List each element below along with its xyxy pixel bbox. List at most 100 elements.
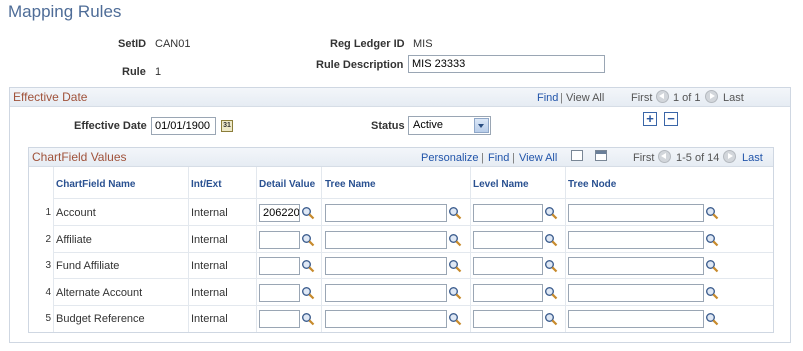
- level-name-input[interactable]: [473, 231, 543, 249]
- magnifier-icon[interactable]: [301, 206, 315, 220]
- effective-date-input[interactable]: 01/01/1900: [151, 117, 216, 135]
- level-name-input[interactable]: [473, 284, 543, 302]
- row-number: 5: [45, 313, 51, 324]
- detail-value-input[interactable]: [259, 310, 300, 328]
- magnifier-icon[interactable]: [705, 206, 719, 220]
- next-icon[interactable]: [705, 90, 718, 103]
- reg-ledger-label: Reg Ledger ID: [330, 38, 405, 50]
- column-header-detail-value[interactable]: Detail Value: [259, 179, 315, 190]
- magnifier-icon[interactable]: [544, 312, 558, 326]
- tree-node-input[interactable]: [568, 231, 704, 249]
- magnifier-icon[interactable]: [544, 286, 558, 300]
- separator: |: [512, 152, 515, 164]
- grid-find-link[interactable]: Find: [488, 152, 509, 164]
- detail-value-input[interactable]: [259, 284, 300, 302]
- magnifier-icon[interactable]: [705, 312, 719, 326]
- status-select[interactable]: Active: [408, 116, 491, 135]
- effdate-pager: 1 of 1: [673, 92, 701, 104]
- detail-value-input[interactable]: [259, 231, 300, 249]
- tree-name-input[interactable]: [325, 284, 447, 302]
- magnifier-icon[interactable]: [448, 312, 462, 326]
- separator: |: [560, 92, 563, 104]
- magnifier-icon[interactable]: [448, 259, 462, 273]
- chartfield-name: Fund Affiliate: [56, 260, 120, 272]
- magnifier-icon[interactable]: [301, 259, 315, 273]
- column-header-int-ext[interactable]: Int/Ext: [191, 179, 222, 190]
- column-header-chartfield-name[interactable]: ChartField Name: [56, 179, 135, 190]
- detail-value-input[interactable]: [259, 257, 300, 275]
- next-icon[interactable]: [723, 150, 736, 163]
- column-divider: [53, 167, 54, 332]
- magnifier-icon[interactable]: [301, 233, 315, 247]
- magnifier-icon[interactable]: [544, 233, 558, 247]
- detail-value-input[interactable]: 206220: [259, 204, 300, 222]
- effdate-first: First: [631, 92, 653, 104]
- effdate-last: Last: [723, 92, 744, 104]
- magnifier-icon[interactable]: [301, 312, 315, 326]
- level-name-input[interactable]: [473, 310, 543, 328]
- int-ext-value: Internal: [191, 260, 228, 272]
- calendar-icon[interactable]: 31: [221, 120, 233, 132]
- column-header-level-name[interactable]: Level Name: [473, 179, 529, 190]
- rule-value: 1: [155, 66, 162, 78]
- level-name-input[interactable]: [473, 204, 543, 222]
- page-title: Mapping Rules: [8, 2, 122, 21]
- download-icon[interactable]: [595, 150, 607, 161]
- magnifier-icon[interactable]: [544, 206, 558, 220]
- status-label: Status: [371, 120, 405, 132]
- chartfield-name: Account: [56, 207, 96, 219]
- magnifier-icon[interactable]: [448, 233, 462, 247]
- grid-pager: 1-5 of 14: [676, 152, 720, 164]
- chevron-down-icon[interactable]: [474, 118, 489, 133]
- level-name-input[interactable]: [473, 257, 543, 275]
- previous-icon[interactable]: [656, 90, 669, 103]
- zoom-icon[interactable]: [571, 150, 583, 161]
- int-ext-value: Internal: [191, 207, 228, 219]
- magnifier-icon[interactable]: [705, 286, 719, 300]
- row-divider: [53, 198, 773, 199]
- tree-name-input[interactable]: [325, 231, 447, 249]
- delete-row-button[interactable]: −: [664, 112, 678, 126]
- row-divider: [53, 278, 773, 279]
- magnifier-icon[interactable]: [448, 206, 462, 220]
- effdate-find-link[interactable]: Find: [537, 92, 558, 104]
- magnifier-icon[interactable]: [544, 259, 558, 273]
- row-divider: [53, 252, 773, 253]
- magnifier-icon[interactable]: [301, 286, 315, 300]
- grid-view-all-link[interactable]: View All: [519, 152, 557, 164]
- effective-date-title: Effective Date: [13, 90, 88, 104]
- tree-name-input[interactable]: [325, 204, 447, 222]
- magnifier-icon[interactable]: [705, 259, 719, 273]
- tree-node-input[interactable]: [568, 310, 704, 328]
- chartfield-grid-header: ChartField Values Personalize | Find | V…: [29, 148, 773, 167]
- column-header-tree-node[interactable]: Tree Node: [568, 179, 616, 190]
- tree-node-input[interactable]: [568, 284, 704, 302]
- row-number: 4: [45, 287, 51, 298]
- column-header-tree-name[interactable]: Tree Name: [325, 179, 376, 190]
- status-selected-value: Active: [413, 119, 443, 131]
- int-ext-value: Internal: [191, 313, 228, 325]
- column-divider: [470, 167, 471, 332]
- rule-label: Rule: [122, 66, 146, 78]
- magnifier-icon[interactable]: [448, 286, 462, 300]
- grid-last-link[interactable]: Last: [742, 152, 763, 164]
- effdate-view-all[interactable]: View All: [566, 92, 604, 104]
- personalize-link[interactable]: Personalize: [421, 152, 478, 164]
- tree-name-input[interactable]: [325, 257, 447, 275]
- int-ext-value: Internal: [191, 287, 228, 299]
- effective-date-header: Effective Date Find | View All First 1 o…: [10, 88, 790, 107]
- int-ext-value: Internal: [191, 234, 228, 246]
- setid-value: CAN01: [155, 38, 191, 50]
- chartfield-values-grid: ChartField Values Personalize | Find | V…: [28, 147, 774, 333]
- add-row-button[interactable]: +: [643, 112, 657, 126]
- column-divider: [321, 167, 322, 332]
- rule-description-input[interactable]: MIS 23333: [408, 55, 605, 73]
- tree-name-input[interactable]: [325, 310, 447, 328]
- tree-node-input[interactable]: [568, 204, 704, 222]
- previous-icon[interactable]: [658, 150, 671, 163]
- magnifier-icon[interactable]: [705, 233, 719, 247]
- rule-description-label: Rule Description: [316, 59, 404, 71]
- separator: |: [481, 152, 484, 164]
- row-number: 2: [45, 234, 51, 245]
- tree-node-input[interactable]: [568, 257, 704, 275]
